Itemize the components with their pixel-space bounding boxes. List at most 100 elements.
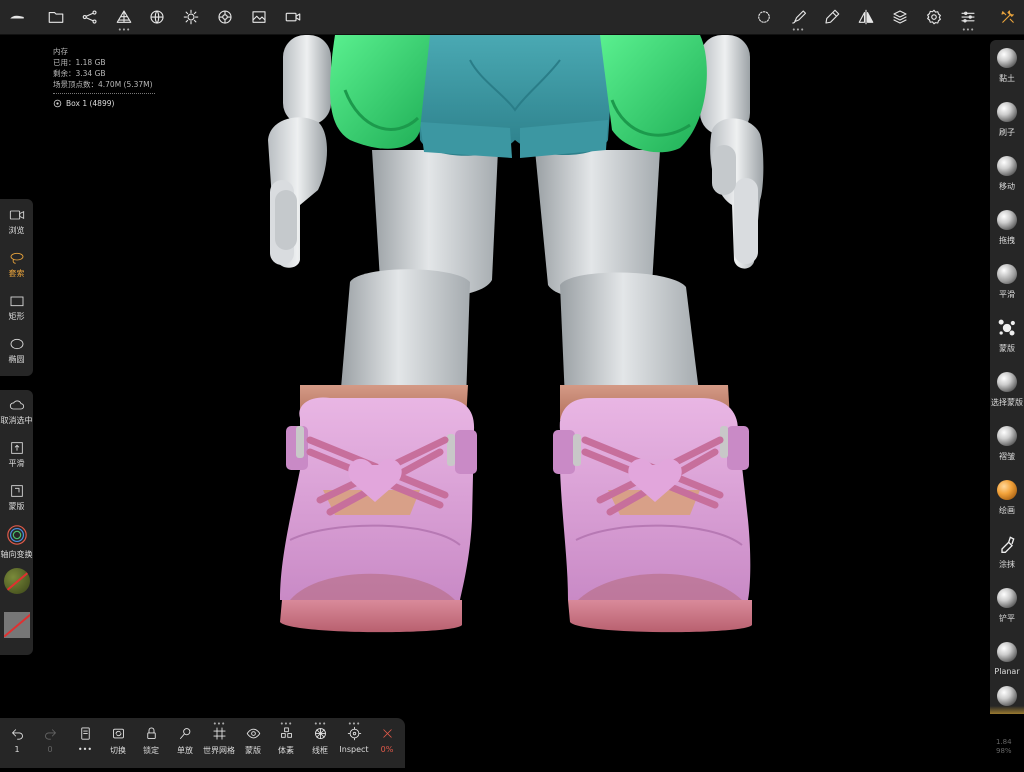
camera-icon bbox=[9, 210, 24, 220]
mask-visibility-label: 蒙版 bbox=[245, 746, 261, 755]
mask-visibility-button[interactable]: 蒙版 bbox=[236, 726, 270, 756]
brush-mask[interactable]: 蒙版 bbox=[990, 318, 1024, 354]
switch-button[interactable]: 切换 bbox=[101, 726, 135, 756]
mesh-entry[interactable]: Box 1 (4899) bbox=[53, 98, 155, 109]
brush-stroke-icon[interactable]: ••• bbox=[785, 5, 811, 34]
memory-title: 内存 bbox=[53, 47, 68, 56]
gizmo-icon bbox=[6, 525, 27, 545]
cloud-icon bbox=[9, 400, 24, 410]
undo-button[interactable]: 1 bbox=[0, 726, 34, 754]
voxel-button[interactable]: ••• 体素 bbox=[269, 720, 303, 756]
action-deselect-label: 取消选中 bbox=[0, 416, 33, 425]
bottom-toolbar: 1 0 ••• 切换 锁定 单放 ••• 世界网格 蒙版 ••• 体素 ••• … bbox=[0, 718, 405, 768]
version-readout: 1.84 98% bbox=[996, 738, 1012, 756]
file-button[interactable]: ••• bbox=[68, 726, 102, 754]
lasso-icon bbox=[10, 252, 23, 264]
progress-percent: 0% bbox=[380, 745, 394, 754]
sliders-icon[interactable]: ••• bbox=[955, 5, 981, 34]
tool-lasso[interactable]: 套索 bbox=[0, 251, 33, 279]
smudge-icon bbox=[1001, 536, 1015, 553]
image-icon[interactable] bbox=[246, 5, 272, 29]
left-selection-panel: 浏览 套索 矩形 椭圆 bbox=[0, 199, 33, 376]
brush-flatten[interactable]: 铲平 bbox=[990, 588, 1024, 624]
brush-select-mask[interactable]: 选择蒙版 bbox=[990, 372, 1024, 408]
isolate-label: 单放 bbox=[177, 746, 193, 755]
file-icon bbox=[80, 727, 90, 740]
brush-paint[interactable]: 绘画 bbox=[990, 480, 1024, 516]
brush-clay-label: 黏土 bbox=[999, 74, 1015, 83]
close-button[interactable]: 0% bbox=[370, 726, 404, 754]
ellipse-icon bbox=[10, 338, 23, 350]
action-mask-label: 蒙版 bbox=[8, 502, 25, 511]
light-icon[interactable] bbox=[178, 5, 204, 29]
brush-crease-label: 褶皱 bbox=[999, 452, 1015, 461]
clay-brush-icon bbox=[997, 48, 1017, 68]
wireframe-button[interactable]: ••• 线框 bbox=[303, 720, 337, 756]
action-gizmo-label: 轴向变换 bbox=[0, 550, 33, 559]
pen-tool-icon[interactable] bbox=[819, 5, 845, 29]
undo-count: 1 bbox=[14, 745, 20, 754]
isolate-button[interactable]: 单放 bbox=[168, 726, 202, 756]
left-action-panel: 取消选中 平滑 蒙版 轴向变换 bbox=[0, 390, 33, 655]
material-sphere-icon bbox=[3, 568, 30, 594]
select-mask-icon bbox=[997, 372, 1017, 392]
tool-browse[interactable]: 浏览 bbox=[0, 208, 33, 236]
lock-icon bbox=[146, 727, 156, 739]
switch-label: 切换 bbox=[110, 746, 126, 755]
brush-drag[interactable]: 拖拽 bbox=[990, 210, 1024, 246]
world-grid-label: 世界网格 bbox=[203, 746, 235, 755]
brush-smooth[interactable]: 平滑 bbox=[990, 264, 1024, 300]
brush-icon bbox=[997, 102, 1017, 122]
brush-move[interactable]: 移动 bbox=[990, 156, 1024, 192]
material-icon[interactable] bbox=[212, 5, 238, 29]
voxel-label: 体素 bbox=[278, 746, 294, 755]
3d-viewport[interactable] bbox=[0, 35, 1024, 768]
paint-icon bbox=[997, 480, 1017, 500]
action-mask[interactable]: 蒙版 bbox=[0, 484, 33, 512]
folder-icon[interactable] bbox=[43, 5, 69, 29]
brush-crease[interactable]: 褶皱 bbox=[990, 426, 1024, 462]
selection-icon[interactable] bbox=[751, 5, 777, 29]
brush-panel: 黏土 刷子 移动 拖拽 平滑 蒙版 选择蒙版 褶皱 绘画 涂抹 铲平 Plana… bbox=[990, 40, 1024, 714]
planar-icon bbox=[997, 642, 1017, 662]
brush-clay[interactable]: 黏土 bbox=[990, 48, 1024, 84]
layers-icon[interactable] bbox=[887, 5, 913, 29]
scene-graph-icon[interactable] bbox=[77, 5, 103, 29]
brush-planar[interactable]: Planar bbox=[990, 642, 1024, 676]
tools-icon[interactable] bbox=[995, 5, 1021, 29]
tool-ellipse[interactable]: 椭圆 bbox=[0, 337, 33, 365]
action-gizmo[interactable]: 轴向变换 bbox=[0, 524, 33, 560]
more-brush-icon bbox=[997, 686, 1017, 706]
topology-icon[interactable]: ••• bbox=[111, 5, 137, 34]
crease-icon bbox=[997, 426, 1017, 446]
tool-browse-label: 浏览 bbox=[8, 226, 25, 235]
lock-button[interactable]: 锁定 bbox=[134, 726, 168, 756]
inspect-button[interactable]: ••• Inspect bbox=[337, 720, 371, 754]
version-percent: 98% bbox=[996, 747, 1012, 755]
undo-icon bbox=[11, 729, 23, 740]
brush-drag-label: 拖拽 bbox=[999, 236, 1015, 245]
action-smooth-label: 平滑 bbox=[8, 459, 25, 468]
world-grid-button[interactable]: ••• 世界网格 bbox=[202, 720, 236, 756]
redo-button[interactable]: 0 bbox=[33, 726, 67, 754]
redo-count: 0 bbox=[47, 745, 53, 754]
brush-more[interactable] bbox=[990, 686, 1024, 706]
symmetry-icon[interactable] bbox=[853, 5, 879, 29]
tool-ellipse-label: 椭圆 bbox=[8, 355, 25, 364]
settings-gear-icon[interactable] bbox=[921, 5, 947, 29]
eye-icon bbox=[246, 728, 260, 739]
video-camera-icon[interactable] bbox=[280, 5, 306, 29]
brush-standard[interactable]: 刷子 bbox=[990, 102, 1024, 138]
menu-logo-icon[interactable] bbox=[4, 5, 30, 29]
texture-swatch[interactable] bbox=[0, 612, 33, 638]
action-smooth[interactable]: 平滑 bbox=[0, 441, 33, 469]
tool-rectangle[interactable]: 矩形 bbox=[0, 294, 33, 322]
material-swatch[interactable] bbox=[0, 568, 33, 594]
brush-planar-label: Planar bbox=[994, 667, 1020, 676]
brush-standard-label: 刷子 bbox=[999, 128, 1015, 137]
file-more-dots: ••• bbox=[77, 745, 93, 754]
brush-smudge[interactable]: 涂抹 bbox=[990, 534, 1024, 570]
mesh-icon bbox=[53, 99, 62, 108]
action-deselect[interactable]: 取消选中 bbox=[0, 398, 33, 426]
globe-icon[interactable] bbox=[144, 5, 170, 29]
